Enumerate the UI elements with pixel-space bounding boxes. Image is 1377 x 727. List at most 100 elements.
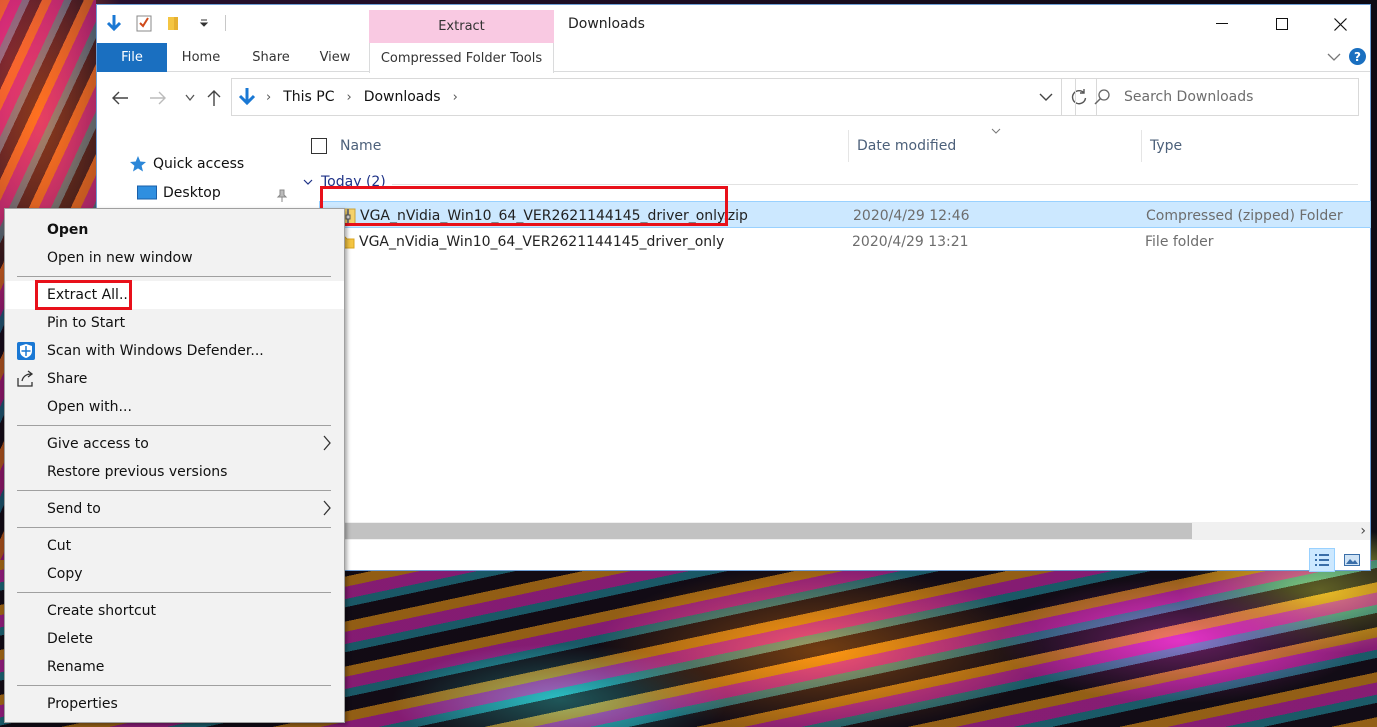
breadcrumb-separator-icon[interactable]: › <box>346 90 351 105</box>
menu-item-open-in-new-window[interactable]: Open in new window <box>6 244 344 272</box>
share-icon <box>16 369 36 389</box>
menu-item-give-access-to[interactable]: Give access to <box>6 430 344 458</box>
tab-home[interactable]: Home <box>175 43 227 72</box>
group-divider <box>392 184 1358 185</box>
column-header-date-modified[interactable]: Date modified <box>857 126 956 166</box>
windows-defender-shield-icon <box>16 341 36 361</box>
file-date: 2020/4/29 13:21 <box>852 233 969 250</box>
chevron-down-icon <box>185 94 195 102</box>
forward-arrow-icon <box>150 91 166 105</box>
new-folder-icon[interactable] <box>165 14 183 32</box>
menu-separator <box>17 685 331 686</box>
column-header-type[interactable]: Type <box>1150 126 1182 166</box>
search-placeholder: Search Downloads <box>1124 89 1254 105</box>
search-icon <box>1094 89 1110 105</box>
quick-access-toolbar <box>105 14 226 32</box>
nav-item-label: Desktop <box>163 185 221 201</box>
ribbon-right-controls: ? <box>1327 48 1366 65</box>
group-label: Today (2) <box>321 174 386 190</box>
downloads-arrow-icon <box>238 88 256 106</box>
column-divider[interactable] <box>848 130 849 162</box>
menu-item-create-shortcut[interactable]: Create shortcut <box>6 597 344 625</box>
help-icon[interactable]: ? <box>1349 48 1366 65</box>
column-header-name[interactable]: Name <box>340 126 381 166</box>
recent-locations-button[interactable] <box>179 87 201 109</box>
file-date: 2020/4/29 12:46 <box>853 207 970 224</box>
close-button[interactable] <box>1311 5 1369 43</box>
minimize-button[interactable] <box>1193 5 1251 43</box>
menu-item-send-to[interactable]: Send to <box>6 495 344 523</box>
desktop-icon <box>137 185 157 200</box>
menu-item-scan-with-defender[interactable]: Scan with Windows Defender... <box>6 337 344 365</box>
scrollbar-thumb[interactable] <box>297 523 1192 539</box>
menu-item-properties[interactable]: Properties <box>6 690 344 718</box>
menu-item-open-with[interactable]: Open with... <box>6 393 344 421</box>
file-list-pane: Name Date modified Type Today (2) VGA_nV… <box>297 122 1371 572</box>
menu-separator <box>17 527 331 528</box>
menu-separator <box>17 276 331 277</box>
expand-ribbon-chevron-icon[interactable] <box>1327 52 1341 62</box>
submenu-chevron-icon <box>323 500 331 516</box>
up-button[interactable] <box>203 87 225 109</box>
forward-button[interactable] <box>147 87 169 109</box>
up-arrow-icon <box>207 90 221 106</box>
back-button[interactable] <box>109 87 131 109</box>
breadcrumb-downloads[interactable]: Downloads <box>364 89 441 105</box>
properties-check-icon[interactable] <box>135 14 153 32</box>
title-bar: Extract Downloads <box>97 5 1370 43</box>
scroll-right-arrow-icon[interactable]: › <box>1360 522 1366 540</box>
large-icons-view-button[interactable] <box>1339 548 1365 572</box>
tab-view[interactable]: View <box>311 43 359 72</box>
address-dropdown-chevron-icon[interactable] <box>1039 88 1053 106</box>
horizontal-scrollbar[interactable]: › <box>297 522 1370 540</box>
group-header-today[interactable]: Today (2) <box>303 174 386 190</box>
breadcrumb-this-pc[interactable]: This PC <box>283 89 334 105</box>
search-input[interactable]: Search Downloads <box>1075 78 1359 116</box>
tab-share[interactable]: Share <box>245 43 297 72</box>
back-arrow-icon <box>112 91 128 105</box>
menu-item-pin-to-start[interactable]: Pin to Start <box>6 309 344 337</box>
menu-item-open[interactable]: Open <box>6 216 344 244</box>
nav-item-quick-access[interactable]: Quick access <box>129 155 244 173</box>
tab-file[interactable]: File <box>97 43 167 72</box>
window-title: Downloads <box>568 16 645 32</box>
menu-item-extract-all[interactable]: Extract All... <box>6 281 344 309</box>
column-divider[interactable] <box>1141 130 1142 162</box>
pin-icon[interactable] <box>276 189 288 203</box>
maximize-icon <box>1276 18 1288 30</box>
tab-compressed-folder-tools[interactable]: Compressed Folder Tools <box>369 43 554 73</box>
details-view-icon <box>1315 554 1329 566</box>
nav-item-desktop[interactable]: Desktop <box>137 185 221 201</box>
menu-item-copy[interactable]: Copy <box>6 560 344 588</box>
extract-context-tab-group: Extract <box>369 10 554 43</box>
menu-separator <box>17 490 331 491</box>
sort-chevron-icon <box>991 128 1001 134</box>
minimize-icon <box>1216 23 1228 24</box>
navigation-bar: › This PC › Downloads › Search Downloads <box>97 72 1370 122</box>
ribbon-tab-strip: File Home Share View Compressed Folder T… <box>97 43 1370 73</box>
menu-item-restore-previous-versions[interactable]: Restore previous versions <box>6 458 344 486</box>
close-icon <box>1333 17 1347 31</box>
menu-item-cut[interactable]: Cut <box>6 532 344 560</box>
star-icon <box>130 156 146 172</box>
file-row[interactable]: VGA_nVidia_Win10_64_VER2621144145_driver… <box>319 228 1371 255</box>
down-arrow-icon[interactable] <box>105 14 123 32</box>
qat-divider <box>225 15 226 31</box>
menu-item-share[interactable]: Share <box>6 365 344 393</box>
file-type: Compressed (zipped) Folder <box>1146 207 1343 224</box>
nav-item-label: Quick access <box>153 156 245 172</box>
menu-item-delete[interactable]: Delete <box>6 625 344 653</box>
breadcrumb-separator-icon[interactable]: › <box>453 90 458 105</box>
customize-qat-chevron-icon[interactable] <box>195 14 213 32</box>
submenu-chevron-icon <box>323 435 331 451</box>
details-view-button[interactable] <box>1309 548 1335 572</box>
maximize-button[interactable] <box>1253 5 1311 43</box>
large-icons-view-icon <box>1344 554 1360 566</box>
file-row[interactable]: VGA_nVidia_Win10_64_VER2621144145_driver… <box>312 201 1371 228</box>
menu-item-rename[interactable]: Rename <box>6 653 344 681</box>
collapse-chevron-icon <box>303 179 313 185</box>
menu-separator <box>17 592 331 593</box>
breadcrumb-separator-icon[interactable]: › <box>266 90 271 105</box>
address-bar[interactable]: › This PC › Downloads › <box>231 78 1062 116</box>
select-all-checkbox[interactable] <box>311 126 327 166</box>
